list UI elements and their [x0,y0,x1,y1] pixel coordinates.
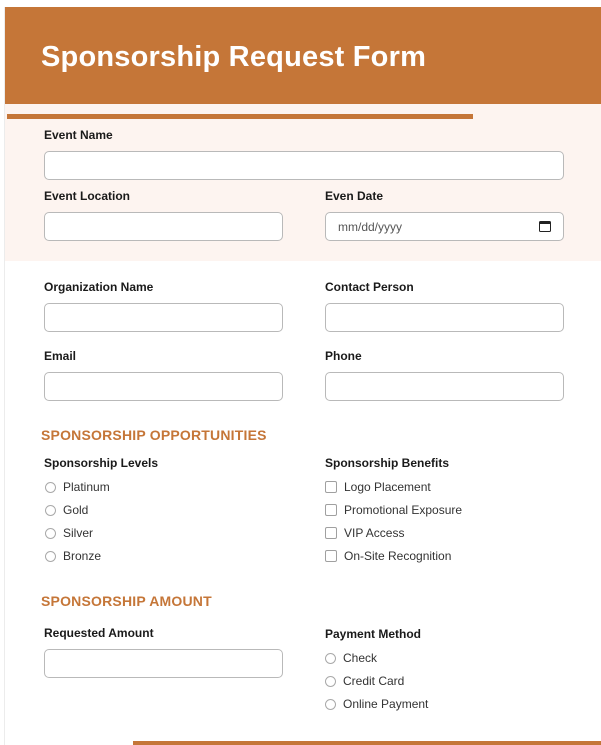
requested-amount-field[interactable] [44,649,283,678]
organization-name-label: Organization Name [44,280,154,294]
form-header: Sponsorship Request Form [5,7,601,104]
payment-option-check[interactable]: Check [325,650,377,666]
event-name-input[interactable] [45,152,563,179]
radio-button[interactable] [325,675,336,687]
sponsorship-form: Sponsorship Request Form Event Name Even… [4,7,601,745]
option-label: On-Site Recognition [344,549,452,563]
checkbox[interactable] [325,481,337,493]
benefit-option-vip-access[interactable]: VIP Access [325,525,404,541]
opportunities-section-title: SPONSORSHIP OPPORTUNITIES [41,427,267,443]
requested-amount-input[interactable] [45,650,282,677]
radio-button[interactable] [45,504,56,516]
option-label: Bronze [63,549,102,563]
payment-option-credit-card[interactable]: Credit Card [325,673,404,689]
option-label: Platinum [63,480,110,494]
event-location-input[interactable] [45,213,282,240]
event-name-label: Event Name [44,128,113,142]
option-label: Logo Placement [344,480,431,494]
event-name-field[interactable] [44,151,564,180]
level-option-silver[interactable]: Silver [45,525,93,541]
radio-button[interactable] [45,481,56,493]
option-label: VIP Access [344,526,405,540]
option-label: Gold [63,503,89,517]
level-option-bronze[interactable]: Bronze [45,548,101,564]
phone-label: Phone [325,349,362,363]
checkbox[interactable] [325,527,337,539]
checkbox[interactable] [325,550,337,562]
option-label: Credit Card [343,674,405,688]
radio-button[interactable] [325,698,336,710]
accent-divider [7,114,473,119]
option-label: Check [343,651,378,665]
form-title: Sponsorship Request Form [41,41,427,73]
event-date-placeholder: mm/dd/yyyy [338,219,403,234]
contact-person-field[interactable] [325,303,564,332]
benefit-option-on-site-recognition[interactable]: On-Site Recognition [325,548,451,564]
benefit-option-logo-placement[interactable]: Logo Placement [325,479,431,495]
event-date-field[interactable]: mm/dd/yyyy [325,212,564,241]
email-label: Email [44,349,77,363]
option-label: Promotional Exposure [344,503,463,517]
email-field[interactable] [44,372,283,401]
level-option-platinum[interactable]: Platinum [45,479,110,495]
email-input[interactable] [45,373,282,400]
requested-amount-label: Requested Amount [44,626,154,640]
amount-section-title: SPONSORSHIP AMOUNT [41,593,212,609]
calendar-icon[interactable] [539,221,551,232]
phone-input[interactable] [326,373,563,400]
option-label: Online Payment [343,697,429,711]
contact-person-input[interactable] [326,304,563,331]
organization-name-field[interactable] [44,303,283,332]
contact-person-label: Contact Person [325,280,414,294]
radio-button[interactable] [45,527,56,539]
radio-button[interactable] [45,550,56,562]
payment-option-online-payment[interactable]: Online Payment [325,696,428,712]
event-location-label: Event Location [44,189,131,203]
organization-name-input[interactable] [45,304,282,331]
footer-accent-bar [133,741,601,745]
event-location-field[interactable] [44,212,283,241]
radio-button[interactable] [325,652,336,664]
event-date-label: Even Date [325,189,384,203]
benefit-option-promotional-exposure[interactable]: Promotional Exposure [325,502,462,518]
level-option-gold[interactable]: Gold [45,502,88,518]
payment-method-label: Payment Method [325,627,422,641]
sponsorship-benefits-label: Sponsorship Benefits [325,456,450,470]
checkbox[interactable] [325,504,337,516]
option-label: Silver [63,526,94,540]
phone-field[interactable] [325,372,564,401]
sponsorship-levels-label: Sponsorship Levels [44,456,159,470]
